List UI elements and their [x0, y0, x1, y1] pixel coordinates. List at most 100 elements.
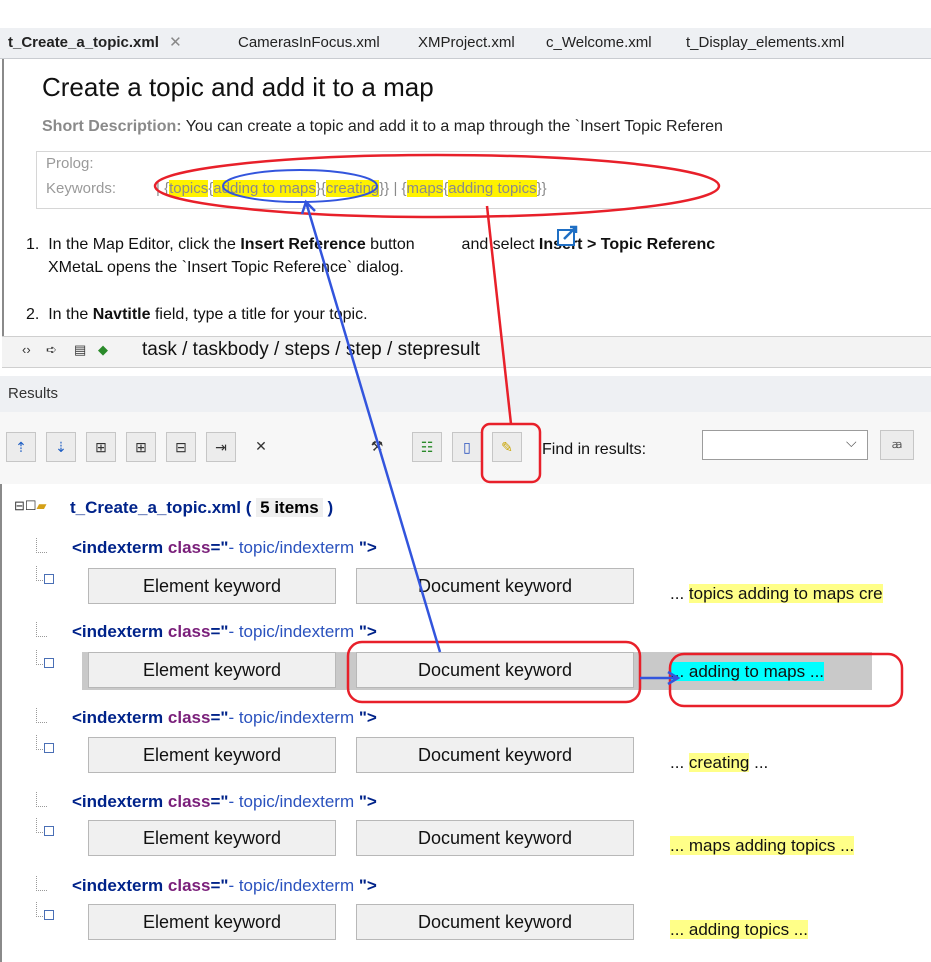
step-2[interactable]: 2. In the Navtitle field, type a title f…: [26, 306, 368, 324]
indexterm-node[interactable]: <indexterm class="- topic/indexterm ">: [72, 708, 377, 728]
element-keyword-button[interactable]: Element keyword: [88, 820, 336, 856]
step-bold: Navtitle: [92, 306, 151, 323]
tree-checkbox[interactable]: [44, 574, 54, 584]
move-up-button[interactable]: ⇡: [6, 432, 36, 462]
element-keyword-button[interactable]: Element keyword: [88, 568, 336, 604]
step-1-result[interactable]: XMetaL opens the `Insert Topic Reference…: [48, 259, 404, 277]
element-breadcrumb[interactable]: task / taskbody / steps / step / stepres…: [142, 339, 480, 361]
globe-icon[interactable]: ◆: [98, 342, 108, 358]
tag-close: ">: [358, 792, 377, 811]
tag-close: ">: [358, 708, 377, 727]
move-down-button[interactable]: ⇣: [46, 432, 76, 462]
tab-xmproject[interactable]: XMProject.xml: [418, 28, 515, 58]
topic-title[interactable]: Create a topic and add it to a map: [42, 72, 434, 103]
keyword-adding-to-maps: adding to maps: [213, 180, 316, 197]
keyword-separator: }} | {: [379, 180, 407, 197]
tag-eq: =": [210, 622, 229, 641]
tab-c-welcome[interactable]: c_Welcome.xml: [546, 28, 652, 58]
collapse-all-button[interactable]: ⊟: [166, 432, 196, 462]
tag-eq: =": [210, 792, 229, 811]
tag-close: ">: [358, 876, 377, 895]
split-button[interactable]: ▯: [452, 432, 482, 462]
tag-open: <indexterm: [72, 622, 168, 641]
tag-attr: class: [167, 622, 211, 641]
tag-open: <indexterm: [72, 792, 168, 811]
document-keyword-button[interactable]: Document keyword: [356, 737, 634, 773]
result-pre: ...: [670, 753, 689, 772]
element-keyword-button[interactable]: Element keyword: [88, 904, 336, 940]
highlight-keywords-button[interactable]: ✎: [492, 432, 522, 462]
tree-connector: [36, 792, 47, 807]
tree-checkbox[interactable]: [44, 910, 54, 920]
short-description-text: You can create a topic and add it to a m…: [185, 118, 723, 135]
step-number: 2.: [26, 306, 40, 323]
document-keyword-button[interactable]: Document keyword: [356, 904, 634, 940]
indexterm-node[interactable]: <indexterm class="- topic/indexterm ">: [72, 622, 377, 642]
result-context[interactable]: ... maps adding topics ...: [670, 836, 855, 856]
tag-eq: =": [210, 708, 229, 727]
document-keyword-button[interactable]: Document keyword: [356, 652, 634, 688]
keyword-topics: topics: [169, 180, 209, 197]
checklist-icon: ☷: [420, 439, 434, 455]
tab-label: t_Create_a_topic.xml: [8, 34, 159, 51]
tag-close: ">: [358, 538, 377, 557]
tab-t-display-elements[interactable]: t_Display_elements.xml: [686, 28, 844, 58]
step-bold: Insert Reference: [240, 236, 366, 253]
tree-checkbox[interactable]: [44, 826, 54, 836]
results-title: Results: [8, 385, 59, 402]
find-button[interactable]: ꜳ: [880, 430, 914, 460]
tags-on-icon[interactable]: ‹›: [22, 342, 31, 357]
highlighter-icon: ✎: [501, 439, 513, 455]
result-context[interactable]: ... creating ...: [670, 753, 768, 773]
clear-button[interactable]: ✕: [246, 432, 276, 462]
document-editor[interactable]: [2, 59, 931, 371]
tree-checkbox[interactable]: [44, 743, 54, 753]
find-in-results-label: Find in results:: [542, 441, 647, 458]
find-icon: ꜳ: [891, 439, 903, 451]
tag-value: - topic/indexterm: [228, 792, 359, 811]
keywords-list[interactable]: | {topics{adding to maps}{creating}} | {…: [156, 180, 547, 197]
indexterm-node[interactable]: <indexterm class="- topic/indexterm ">: [72, 792, 377, 812]
result-context[interactable]: ... adding topics ...: [670, 920, 808, 940]
arrow-icon[interactable]: ➪: [46, 342, 57, 358]
short-description-label: Short Description:: [42, 118, 182, 135]
tag-attr: class: [167, 792, 211, 811]
file-node-close: ): [327, 498, 334, 517]
tree-checkbox[interactable]: [44, 658, 54, 668]
find-in-results-select[interactable]: [702, 430, 868, 460]
element-keyword-button[interactable]: Element keyword: [88, 737, 336, 773]
checklist-button[interactable]: ☷: [412, 432, 442, 462]
tab-t-create-a-topic[interactable]: t_Create_a_topic.xml ✕: [8, 28, 182, 58]
tag-eq: =": [210, 538, 229, 557]
tab-camerasinfocus[interactable]: CamerasInFocus.xml: [238, 28, 380, 58]
folder-icon[interactable]: ⊟☐▰: [14, 498, 47, 514]
result-context[interactable]: ... topics adding to maps cre: [670, 584, 883, 604]
step-text: button: [365, 236, 420, 253]
expand-button[interactable]: ⊞: [86, 432, 116, 462]
short-description[interactable]: Short Description: You can create a topi…: [42, 118, 723, 136]
result-highlight: ... maps adding topics ...: [670, 836, 855, 855]
indexterm-node[interactable]: <indexterm class="- topic/indexterm ">: [72, 538, 377, 558]
window-top-strip: [0, 0, 931, 28]
tools-button[interactable]: ⚒: [362, 432, 392, 462]
step-text: field, type a title for your topic.: [150, 306, 368, 323]
document-keyword-button[interactable]: Document keyword: [356, 820, 634, 856]
element-keyword-button[interactable]: Element keyword: [88, 652, 336, 688]
tools-icon: ⚒: [370, 438, 384, 454]
expand-all-button[interactable]: ⊞: [126, 432, 156, 462]
result-pre: ...: [670, 584, 689, 603]
goto-button[interactable]: ⇥: [206, 432, 236, 462]
keyword-creating: creating: [325, 180, 380, 197]
chevron-down-icon[interactable]: ⌵: [846, 434, 857, 451]
close-icon[interactable]: ✕: [169, 34, 182, 51]
step-text: and select: [457, 236, 539, 253]
results-file-node[interactable]: t_Create_a_topic.xml ( 5 items ): [70, 498, 333, 518]
page-icon[interactable]: ▤: [74, 342, 86, 358]
result-post: ...: [749, 753, 769, 772]
result-context[interactable]: ... adding to maps ...: [670, 662, 825, 682]
indexterm-node[interactable]: <indexterm class="- topic/indexterm ">: [72, 876, 377, 896]
result-highlight: topics adding to maps cre: [688, 584, 883, 603]
document-keyword-button[interactable]: Document keyword: [356, 568, 634, 604]
results-header: [0, 376, 931, 413]
step-1[interactable]: 1. In the Map Editor, click the Insert R…: [26, 236, 715, 254]
